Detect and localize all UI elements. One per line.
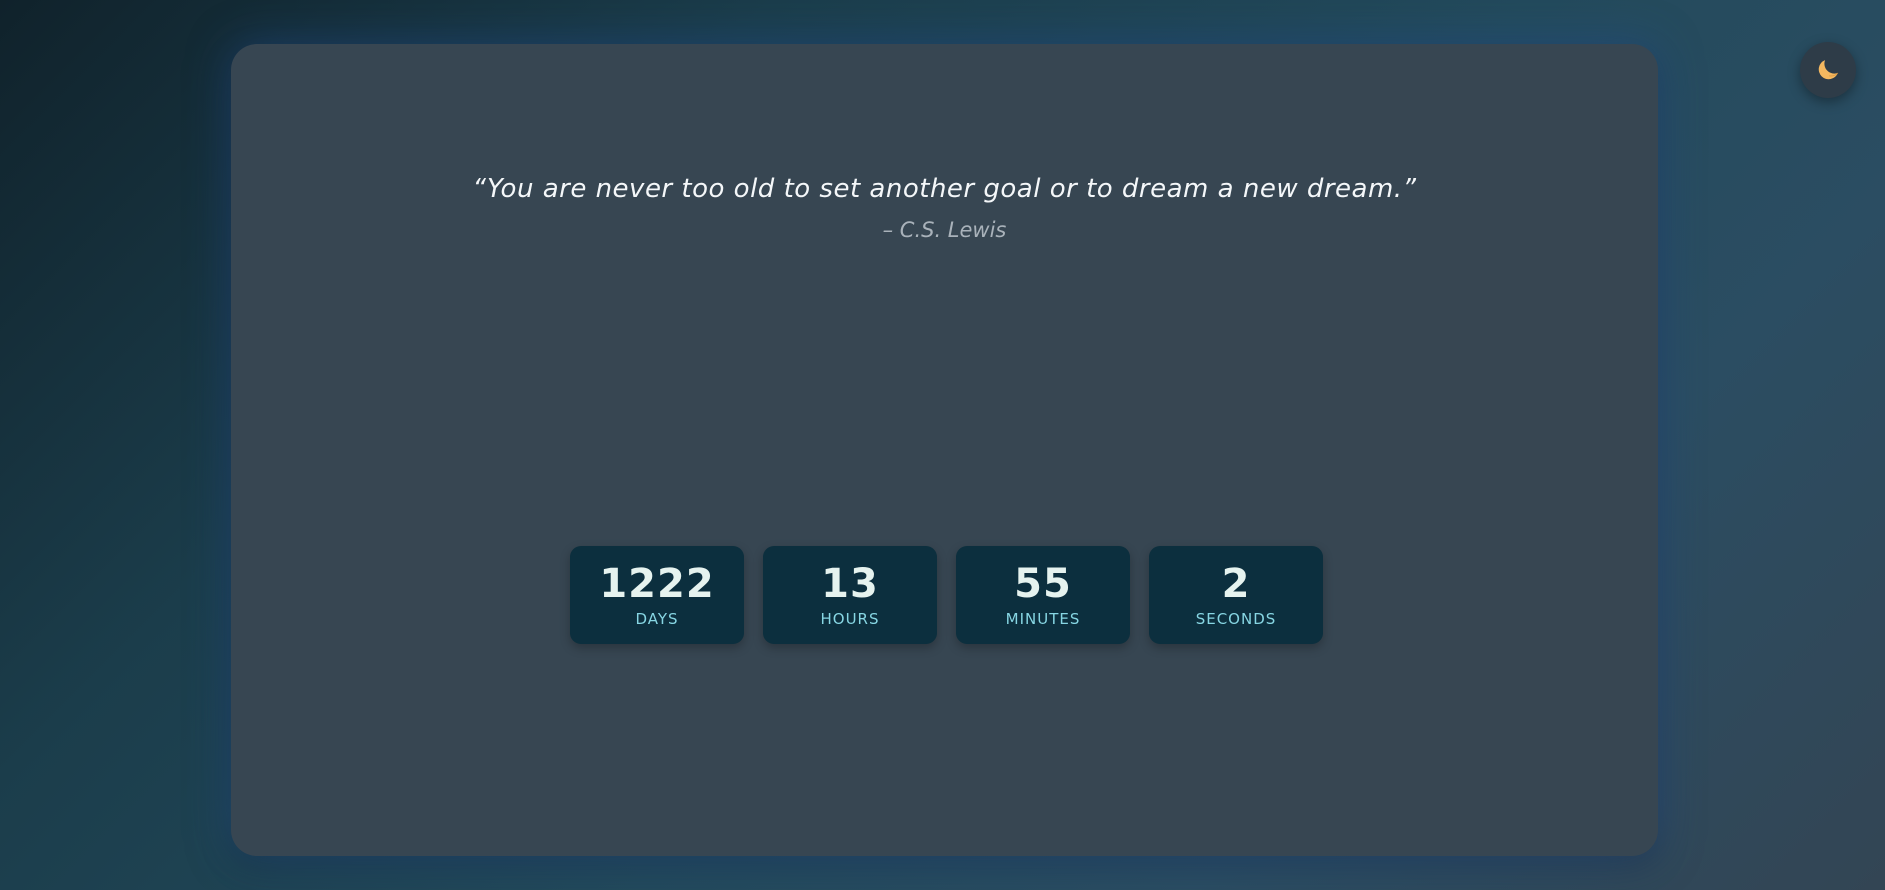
days-label: DAYS (635, 610, 679, 628)
hours-value: 13 (821, 561, 879, 607)
theme-toggle-button[interactable] (1800, 42, 1856, 98)
quote-block: “You are never too old to set another go… (231, 174, 1658, 242)
moon-icon (1818, 60, 1839, 80)
countdown-hours: 13 HOURS (763, 546, 937, 644)
seconds-label: SECONDS (1195, 610, 1277, 628)
countdown-timer: 1222 DAYS 13 HOURS 55 MINUTES 2 SECONDS (570, 546, 1323, 644)
quote-text: “You are never too old to set another go… (472, 174, 1417, 204)
minutes-label: MINUTES (1005, 610, 1081, 628)
days-value: 1222 (599, 561, 715, 607)
hours-label: HOURS (820, 610, 880, 628)
countdown-days: 1222 DAYS (570, 546, 744, 644)
countdown-seconds: 2 SECONDS (1149, 546, 1323, 644)
minutes-value: 55 (1014, 561, 1072, 607)
seconds-value: 2 (1221, 561, 1251, 607)
countdown-minutes: 55 MINUTES (956, 546, 1130, 644)
quote-author: – C.S. Lewis (882, 218, 1007, 242)
countdown-card: “You are never too old to set another go… (231, 44, 1658, 856)
